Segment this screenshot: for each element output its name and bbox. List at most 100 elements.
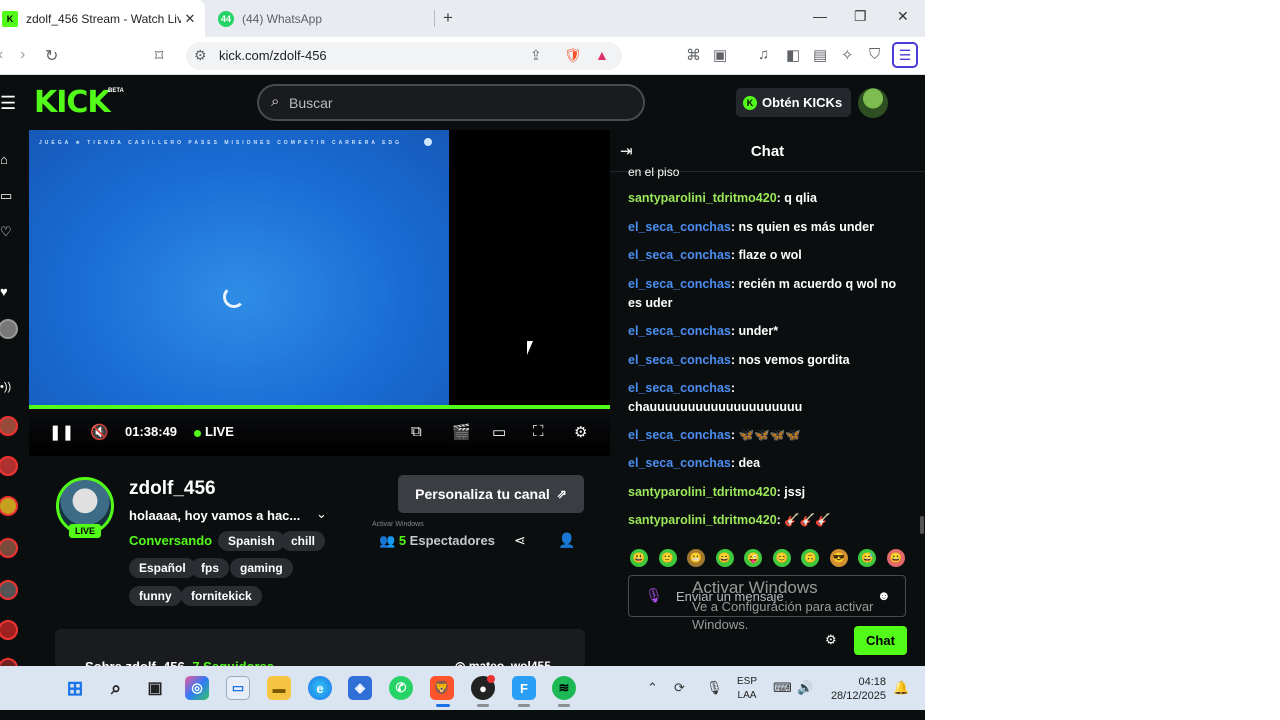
theater-mode-icon[interactable]: ▭ — [492, 423, 506, 441]
recommended-channel-avatar[interactable] — [0, 538, 18, 558]
emote-icon[interactable]: 😃 — [630, 549, 648, 567]
share-icon[interactable]: ⋖ — [514, 532, 526, 549]
channel-name[interactable]: zdolf_456 — [129, 478, 216, 500]
recommended-channel-avatar[interactable] — [0, 456, 18, 476]
chat-username[interactable]: el_seca_conchas — [628, 381, 731, 395]
recommended-channel-avatar[interactable] — [0, 580, 18, 600]
restore-icon[interactable]: ❐ — [854, 8, 867, 25]
vpn-icon[interactable]: ⛉ — [869, 46, 880, 63]
clip-icon[interactable]: 🎬 — [452, 423, 471, 441]
microphone-tray-icon[interactable]: 🎙 — [706, 680, 723, 696]
video-player[interactable]: JUEGA ★ TIENDA CASILLERO PASES MISIONES … — [29, 130, 610, 528]
emote-icon[interactable]: 😎 — [829, 549, 848, 567]
minimize-icon[interactable]: — — [813, 8, 827, 24]
tag-fornitekick[interactable]: fornitekick — [181, 586, 262, 606]
emote-icon[interactable]: 😊 — [772, 549, 791, 567]
tab-close-icon[interactable]: ✕ — [181, 11, 199, 27]
chat-username[interactable]: el_seca_conchas — [628, 220, 731, 234]
tab-whatsapp[interactable]: 44 (44) WhatsApp — [212, 0, 432, 37]
emote-icon[interactable]: 😄 — [715, 549, 734, 567]
home-icon[interactable]: ⌂ — [0, 152, 8, 167]
get-kicks-button[interactable]: K Obtén KICKs — [736, 88, 851, 117]
tag-chill[interactable]: chill — [281, 531, 326, 551]
followed-heart-icon[interactable]: ♥ — [0, 284, 8, 299]
tag-funny[interactable]: funny — [129, 586, 182, 606]
brave-icon[interactable]: 🦁 — [430, 676, 454, 700]
kick-logo[interactable]: KICK — [34, 85, 111, 120]
wallet-icon[interactable]: ▤ — [813, 46, 827, 64]
file-explorer-icon[interactable]: ▬ — [267, 676, 291, 700]
tab-kick-stream[interactable]: K zdolf_456 Stream - Watch Live o ✕ — [0, 0, 205, 37]
follow-user-icon[interactable]: 👤 — [558, 532, 575, 549]
task-view-icon[interactable]: ▣ — [143, 676, 167, 700]
sync-icon[interactable]: ⟳ — [674, 680, 685, 696]
search-box[interactable]: ⌕ — [257, 84, 645, 121]
recommended-channel-avatar[interactable] — [0, 496, 18, 516]
browser-menu-icon[interactable]: ☰ — [892, 42, 918, 68]
mute-icon[interactable]: 🔇 — [90, 423, 109, 441]
pause-icon[interactable]: ❚❚ — [49, 423, 74, 441]
brave-rewards-icon[interactable]: ▲ — [595, 47, 609, 63]
tag-fps[interactable]: fps — [191, 558, 229, 578]
windows-start-icon[interactable]: ⊞ — [63, 676, 87, 700]
tag-espanol[interactable]: Español — [129, 558, 196, 578]
followed-channel-avatar[interactable] — [0, 319, 18, 339]
leo-ai-icon[interactable]: ✧ — [841, 46, 854, 64]
tag-gaming[interactable]: gaming — [230, 558, 293, 578]
input-language[interactable]: ESP LAA — [737, 675, 757, 703]
emote-icon[interactable]: 😅 — [858, 549, 877, 567]
store-icon[interactable]: ◈ — [348, 676, 372, 700]
chat-username[interactable]: el_seca_conchas — [628, 456, 731, 470]
notifications-bell-icon[interactable]: 🔔 — [893, 680, 909, 696]
recommended-channel-avatar[interactable] — [0, 620, 18, 640]
chat-username[interactable]: santyparolini_tdritmo420 — [628, 485, 777, 499]
spotify-icon[interactable]: ≋ — [552, 676, 576, 700]
network-icon[interactable]: ⌨ — [773, 680, 792, 696]
stream-category[interactable]: Conversando — [129, 533, 212, 548]
emote-icon[interactable]: 😜 — [744, 549, 763, 567]
chat-settings-gear-icon[interactable]: ⚙ — [825, 632, 837, 648]
site-settings-icon[interactable]: ⚙ — [194, 47, 207, 64]
copilot-icon[interactable]: ◎ — [185, 676, 209, 700]
back-icon[interactable]: ‹ — [0, 46, 3, 64]
sidebar-icon[interactable]: ◧ — [786, 46, 800, 64]
chat-username[interactable]: el_seca_conchas — [628, 353, 731, 367]
emote-icon[interactable]: 🙂 — [658, 549, 677, 567]
window-close-icon[interactable]: ✕ — [897, 8, 909, 25]
bookmark-icon[interactable]: ⌑ — [155, 46, 163, 66]
tag-spanish[interactable]: Spanish — [218, 531, 285, 551]
system-clock[interactable]: 04:18 28/12/2025 — [826, 675, 886, 703]
brave-shields-icon[interactable]: 🛡 — [564, 47, 582, 64]
recommended-channel-avatar[interactable] — [0, 416, 18, 436]
emote-icon[interactable]: 😀 — [886, 549, 905, 567]
chat-username[interactable]: santyparolini_tdritmo420 — [628, 191, 777, 205]
reload-icon[interactable]: ↻ — [45, 46, 58, 66]
chat-username[interactable]: santyparolini_tdritmo420 — [628, 513, 777, 527]
screenshot-icon[interactable]: ▣ — [713, 46, 727, 64]
expand-title-chevron-down-icon[interactable]: ⌄ — [316, 506, 327, 522]
widgets-icon[interactable]: ▭ — [226, 676, 250, 700]
following-icon[interactable]: ♡ — [0, 224, 12, 240]
whatsapp-icon[interactable]: ✆ — [389, 676, 413, 700]
volume-icon[interactable]: 🔊 — [797, 680, 813, 696]
fortnite-launcher-icon[interactable]: F — [512, 676, 536, 700]
address-bar[interactable]: ⚙ kick.com/zdolf-456 ⇪ 🛡 ▲ — [186, 42, 622, 70]
emote-icon[interactable]: 🙃 — [801, 549, 820, 567]
media-icon[interactable]: ♫ — [758, 46, 769, 63]
new-tab-button[interactable]: + — [443, 8, 453, 28]
search-input[interactable] — [289, 86, 629, 119]
chat-username[interactable]: el_seca_conchas — [628, 277, 731, 291]
chat-username[interactable]: el_seca_conchas — [628, 324, 731, 338]
microphone-icon[interactable]: 🎙 — [645, 587, 663, 604]
emote-icon[interactable]: 😬 — [687, 549, 706, 567]
fullscreen-icon[interactable]: ⛶ — [533, 423, 544, 440]
extensions-icon[interactable]: ⌘ — [686, 46, 701, 64]
browse-icon[interactable]: ▭ — [0, 188, 12, 204]
settings-gear-icon[interactable]: ⚙ — [574, 423, 587, 441]
chat-username[interactable]: el_seca_conchas — [628, 428, 731, 442]
chat-scrollbar[interactable] — [920, 516, 924, 534]
edge-icon[interactable]: e — [308, 676, 332, 700]
customize-channel-button[interactable]: Personaliza tu canal ⇗ — [398, 475, 584, 513]
picture-in-picture-icon[interactable]: ⧉ — [411, 423, 422, 440]
share-icon[interactable]: ⇪ — [530, 47, 542, 64]
